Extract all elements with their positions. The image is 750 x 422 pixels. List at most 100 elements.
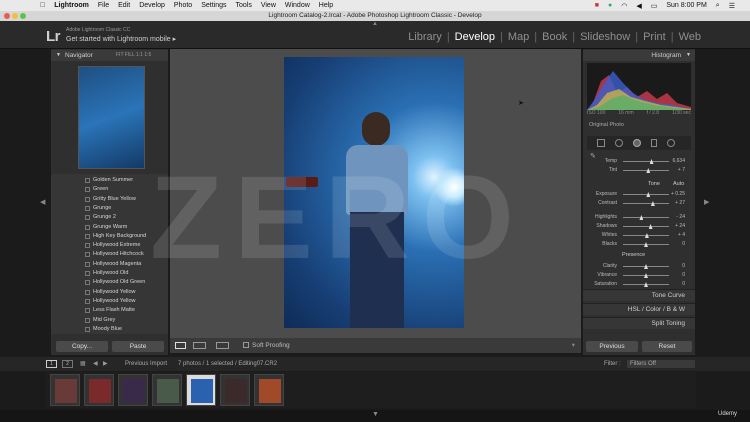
slider-tint[interactable]: Tint + 7	[587, 166, 691, 175]
slider-value[interactable]: - 24	[676, 213, 685, 222]
slider-track[interactable]	[623, 161, 669, 162]
loupe-view-icon[interactable]	[175, 342, 186, 349]
slider-value[interactable]: + 27	[675, 199, 685, 208]
menu-photo[interactable]: Photo	[174, 2, 192, 9]
module-map[interactable]: Map	[503, 31, 534, 43]
hsl-color-bw-header[interactable]: HSL / Color / B & W	[583, 303, 695, 315]
original-photo-label[interactable]: Original Photo	[589, 122, 624, 128]
slider-blacks[interactable]: Blacks 0	[587, 240, 691, 249]
filmstrip-thumbnail[interactable]	[254, 374, 284, 406]
slider-highlights[interactable]: Highlights - 24	[587, 213, 691, 222]
primary-window-icon[interactable]: 1	[46, 360, 57, 368]
previous-button[interactable]: Previous	[586, 341, 638, 352]
red-eye-icon[interactable]	[633, 139, 641, 147]
preset-item[interactable]: Moody Blue	[51, 325, 168, 334]
histogram-header[interactable]: Histogram ▼	[583, 50, 695, 61]
menu-settings[interactable]: Settings	[201, 2, 226, 9]
menu-edit[interactable]: Edit	[118, 2, 130, 9]
copy-button[interactable]: Copy...	[56, 341, 108, 352]
menu-list-icon[interactable]: ☰	[729, 2, 735, 10]
apple-icon[interactable]: 	[40, 2, 45, 9]
slider-value[interactable]: + 7	[678, 166, 685, 175]
compare-view-icon[interactable]	[216, 342, 229, 349]
slider-vibrance[interactable]: Vibrance 0	[587, 271, 691, 280]
crop-tool-icon[interactable]	[597, 139, 605, 147]
preset-item[interactable]: Hollywood Yellow	[51, 288, 168, 297]
filmstrip-toggle-icon[interactable]: ▼	[372, 411, 379, 418]
slider-clarity[interactable]: Clarity 0	[587, 262, 691, 271]
auto-tone-button[interactable]: Auto	[673, 181, 684, 187]
close-icon[interactable]	[4, 13, 10, 19]
back-arrow-icon[interactable]: ◀	[93, 357, 98, 371]
menu-window[interactable]: Window	[285, 2, 310, 9]
slider-track[interactable]	[623, 203, 669, 204]
filter-select[interactable]: Filters Off	[627, 360, 695, 368]
slider-value[interactable]: + 4	[678, 231, 685, 240]
navigator-zoom-options[interactable]: FIT FILL 1:1 1:5	[116, 50, 151, 61]
clock[interactable]: Sun 8:00 PM	[666, 2, 706, 9]
filmstrip-thumbnail[interactable]	[186, 374, 216, 406]
module-library[interactable]: Library	[403, 31, 447, 43]
top-panel-toggle-icon[interactable]: ▲	[372, 21, 378, 27]
slider-value[interactable]: 6,634	[672, 157, 685, 166]
slider-saturation[interactable]: Saturation 0	[587, 280, 691, 289]
zoom-icon[interactable]	[20, 13, 26, 19]
preset-item[interactable]: Mid Grey	[51, 316, 168, 325]
slider-value[interactable]: 0	[682, 240, 685, 249]
slider-contrast[interactable]: Contrast + 27	[587, 199, 691, 208]
module-print[interactable]: Print	[638, 31, 671, 43]
slider-value[interactable]: 0	[682, 280, 685, 289]
graduated-filter-icon[interactable]	[651, 139, 657, 147]
grid-view-icon[interactable]: ▦	[80, 357, 86, 371]
slider-value[interactable]: + 0.25	[671, 190, 685, 199]
slider-value[interactable]: 0	[682, 262, 685, 271]
module-web[interactable]: Web	[674, 31, 706, 43]
status-icon-red[interactable]: ■	[595, 2, 599, 9]
slider-exposure[interactable]: Exposure + 0.25	[587, 190, 691, 199]
preset-item[interactable]: Less Flash Matte	[51, 306, 168, 315]
before-after-icon[interactable]	[193, 342, 206, 349]
menu-develop[interactable]: Develop	[139, 2, 165, 9]
module-develop[interactable]: Develop	[450, 31, 500, 43]
split-toning-header[interactable]: Split Toning	[583, 317, 695, 329]
slider-track[interactable]	[623, 194, 669, 195]
filmstrip-thumbnail[interactable]	[152, 374, 182, 406]
slider-whites[interactable]: Whites + 4	[587, 231, 691, 240]
battery-icon[interactable]: ▭	[651, 2, 658, 10]
right-panel-toggle-icon[interactable]: ▶	[704, 198, 709, 206]
search-icon[interactable]: ⌕	[716, 2, 720, 10]
menu-lightroom[interactable]: Lightroom	[54, 2, 89, 9]
get-started-link[interactable]: Get started with Lightroom mobile ▸	[66, 35, 176, 43]
tone-curve-header[interactable]: Tone Curve	[583, 289, 695, 301]
volume-icon[interactable]: ◀	[636, 2, 641, 10]
histogram[interactable]	[587, 63, 691, 110]
slider-temp[interactable]: Temp 6,634	[587, 157, 691, 166]
status-icon-green[interactable]: ●	[608, 2, 612, 9]
module-slideshow[interactable]: Slideshow	[575, 31, 635, 43]
radial-filter-icon[interactable]	[667, 139, 675, 147]
wifi-icon[interactable]: ◠	[621, 2, 627, 10]
filmstrip-thumbnail[interactable]	[220, 374, 250, 406]
menu-help[interactable]: Help	[319, 2, 333, 9]
toolbar-menu-icon[interactable]: ▾	[572, 338, 575, 353]
left-panel-toggle-icon[interactable]: ◀	[40, 198, 45, 206]
filmstrip-thumbnail[interactable]	[118, 374, 148, 406]
navigator-preview[interactable]	[78, 66, 145, 169]
slider-shadows[interactable]: Shadows + 24	[587, 222, 691, 231]
reset-button[interactable]: Reset	[642, 341, 692, 352]
filmstrip-source[interactable]: Previous Import	[125, 357, 167, 371]
menu-view[interactable]: View	[261, 2, 276, 9]
filmstrip-thumbnail[interactable]	[50, 374, 80, 406]
preset-item[interactable]: Hollywood Yellow	[51, 297, 168, 306]
menu-tools[interactable]: Tools	[235, 2, 251, 9]
forward-arrow-icon[interactable]: ▶	[103, 357, 108, 371]
filmstrip-thumbnail[interactable]	[84, 374, 114, 406]
minimize-icon[interactable]	[12, 13, 18, 19]
slider-track[interactable]	[623, 226, 669, 227]
slider-value[interactable]: 0	[682, 271, 685, 280]
module-book[interactable]: Book	[537, 31, 572, 43]
secondary-window-icon[interactable]: 2	[62, 360, 73, 368]
menu-file[interactable]: File	[98, 2, 109, 9]
spot-removal-icon[interactable]	[615, 139, 623, 147]
slider-value[interactable]: + 24	[675, 222, 685, 231]
